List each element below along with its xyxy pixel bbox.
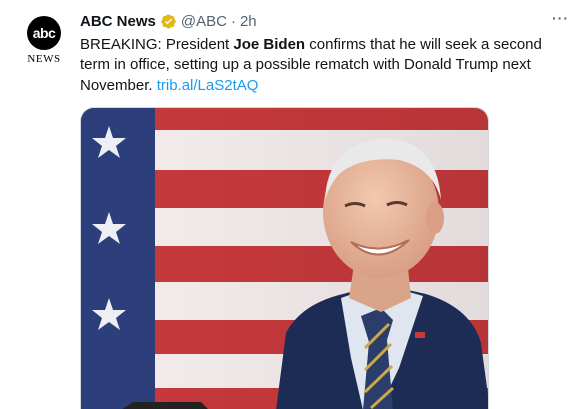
avatar-logo: abc — [27, 16, 61, 50]
tweet-text: BREAKING: President Joe Biden confirms t… — [80, 35, 570, 96]
tweet-image[interactable] — [80, 107, 489, 409]
author-handle[interactable]: @ABC — [181, 13, 227, 30]
tweet-header: ABC News @ABC · 2h — [80, 10, 583, 32]
tweet-link[interactable]: trib.al/LaS2tAQ — [157, 77, 259, 94]
separator-dot: · — [230, 12, 236, 30]
avatar-label: NEWS — [27, 53, 61, 65]
more-icon[interactable]: ··· — [552, 11, 569, 25]
author-name[interactable]: ABC News — [80, 13, 156, 30]
verified-badge-icon[interactable] — [160, 13, 177, 30]
tweet-text-part1: BREAKING: President — [80, 36, 234, 53]
timestamp[interactable]: 2h — [240, 13, 257, 30]
tweet-text-bold[interactable]: Joe Biden — [233, 36, 305, 53]
photo-president-flag — [81, 108, 488, 409]
avatar[interactable]: abc NEWS — [26, 16, 62, 65]
tweet-card[interactable]: abc NEWS ABC News @ABC · 2h ··· BREAKING… — [0, 0, 583, 409]
